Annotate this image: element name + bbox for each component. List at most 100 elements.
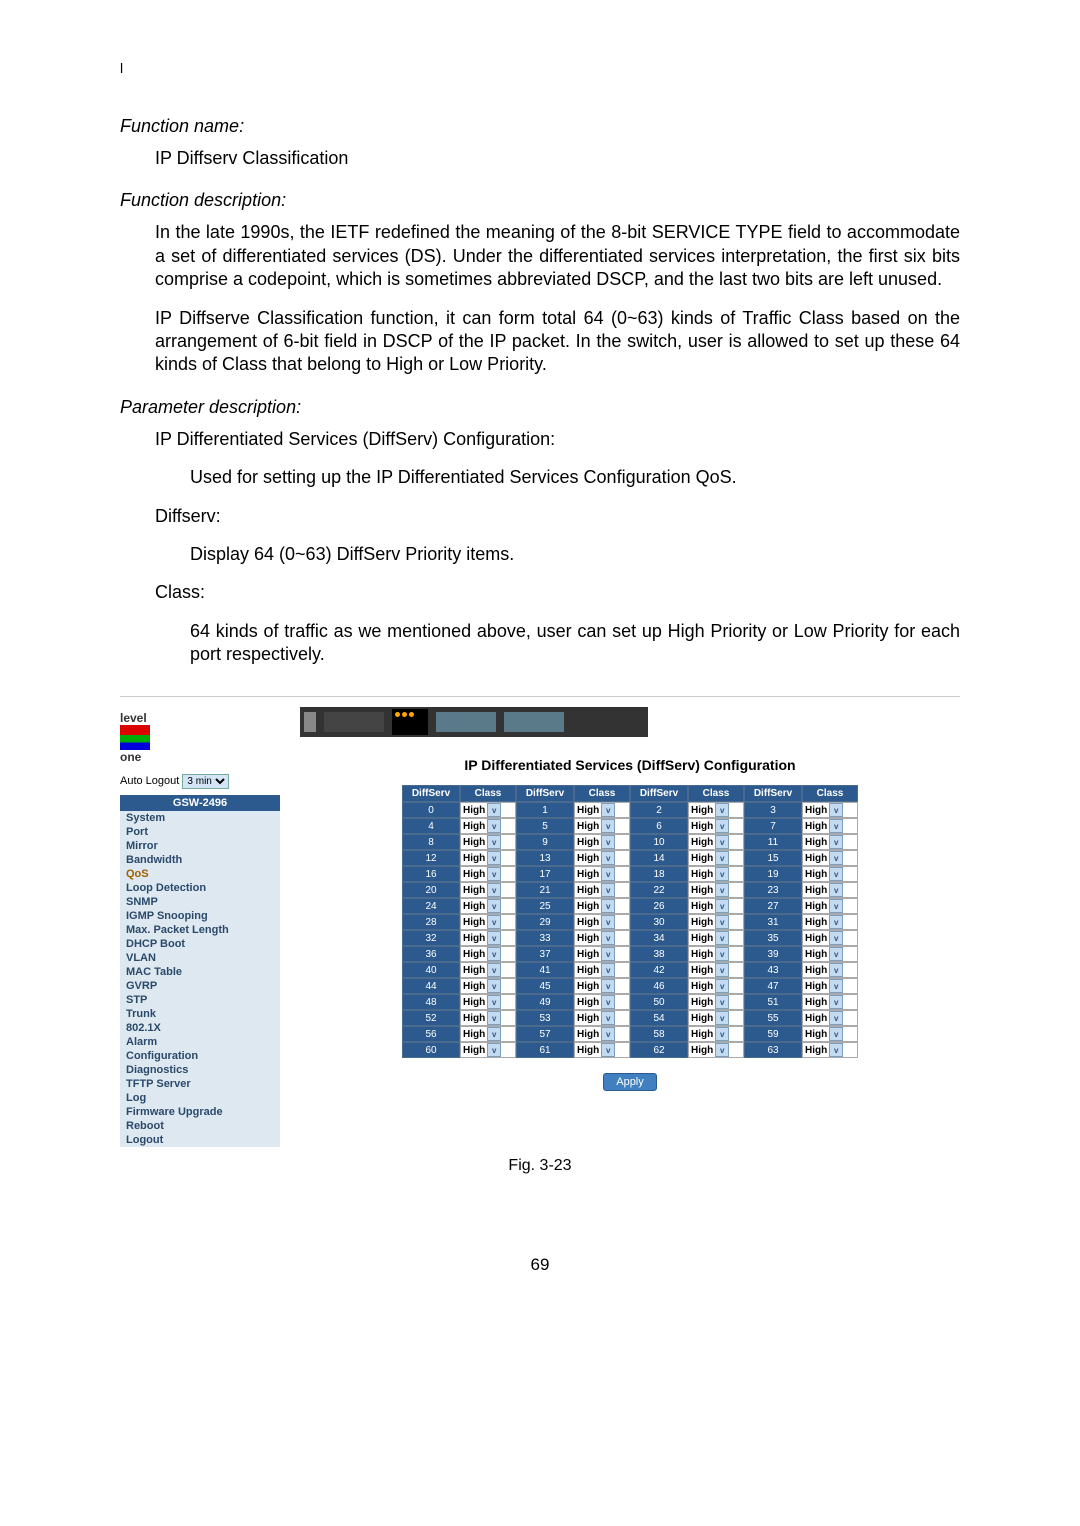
sidebar-item-tftp-server[interactable]: TFTP Server xyxy=(120,1077,280,1091)
class-select[interactable]: Highv xyxy=(463,803,501,817)
sidebar-item-igmp-snooping[interactable]: IGMP Snooping xyxy=(120,909,280,923)
class-select[interactable]: Highv xyxy=(577,947,615,961)
class-select[interactable]: Highv xyxy=(577,1043,615,1057)
class-select[interactable]: Highv xyxy=(577,1027,615,1041)
class-select[interactable]: Highv xyxy=(577,835,615,849)
class-select[interactable]: Highv xyxy=(577,979,615,993)
sidebar-item-logout[interactable]: Logout xyxy=(120,1133,280,1147)
class-select[interactable]: Highv xyxy=(691,851,729,865)
auto-logout-select[interactable]: 3 min xyxy=(182,774,229,789)
sidebar-item-mac-table[interactable]: MAC Table xyxy=(120,965,280,979)
class-select[interactable]: Highv xyxy=(463,979,501,993)
class-select[interactable]: Highv xyxy=(805,883,843,897)
class-select[interactable]: Highv xyxy=(805,947,843,961)
class-select[interactable]: Highv xyxy=(805,995,843,1009)
class-select[interactable]: Highv xyxy=(463,995,501,1009)
diffserv-class-cell: Highv xyxy=(688,834,744,850)
sidebar-item-reboot[interactable]: Reboot xyxy=(120,1119,280,1133)
class-select[interactable]: Highv xyxy=(805,851,843,865)
class-select[interactable]: Highv xyxy=(577,819,615,833)
sidebar-item-bandwidth[interactable]: Bandwidth xyxy=(120,853,280,867)
class-select[interactable]: Highv xyxy=(463,947,501,961)
class-select[interactable]: Highv xyxy=(577,899,615,913)
class-select[interactable]: Highv xyxy=(805,1043,843,1057)
sidebar-item-diagnostics[interactable]: Diagnostics xyxy=(120,1063,280,1077)
class-select[interactable]: Highv xyxy=(691,915,729,929)
sidebar-item-vlan[interactable]: VLAN xyxy=(120,951,280,965)
class-select[interactable]: Highv xyxy=(463,883,501,897)
class-select[interactable]: Highv xyxy=(805,1027,843,1041)
class-select[interactable]: Highv xyxy=(577,883,615,897)
sidebar-item-dhcp-boot[interactable]: DHCP Boot xyxy=(120,937,280,951)
chevron-down-icon: v xyxy=(487,867,501,881)
class-select[interactable]: Highv xyxy=(691,1011,729,1025)
class-value: High xyxy=(691,869,713,880)
class-select[interactable]: Highv xyxy=(463,1043,501,1057)
class-select[interactable]: Highv xyxy=(805,835,843,849)
sidebar-item-mirror[interactable]: Mirror xyxy=(120,839,280,853)
sidebar-item-max-packet-length[interactable]: Max. Packet Length xyxy=(120,923,280,937)
class-select[interactable]: Highv xyxy=(691,1043,729,1057)
sidebar-item-port[interactable]: Port xyxy=(120,825,280,839)
sidebar-item-snmp[interactable]: SNMP xyxy=(120,895,280,909)
class-select[interactable]: Highv xyxy=(463,819,501,833)
sidebar-item-loop-detection[interactable]: Loop Detection xyxy=(120,881,280,895)
class-select[interactable]: Highv xyxy=(577,867,615,881)
sidebar-item-alarm[interactable]: Alarm xyxy=(120,1035,280,1049)
class-select[interactable]: Highv xyxy=(463,835,501,849)
diffserv-class-cell: Highv xyxy=(460,1010,516,1026)
class-select[interactable]: Highv xyxy=(691,835,729,849)
class-select[interactable]: Highv xyxy=(463,1027,501,1041)
chevron-down-icon: v xyxy=(715,819,729,833)
class-select[interactable]: Highv xyxy=(691,963,729,977)
sidebar-item-gvrp[interactable]: GVRP xyxy=(120,979,280,993)
sidebar-item-qos[interactable]: QoS xyxy=(120,867,280,881)
class-select[interactable]: Highv xyxy=(691,947,729,961)
class-select[interactable]: Highv xyxy=(577,963,615,977)
class-select[interactable]: Highv xyxy=(805,915,843,929)
class-select[interactable]: Highv xyxy=(463,1011,501,1025)
chevron-down-icon: v xyxy=(601,1043,615,1057)
class-select[interactable]: Highv xyxy=(577,803,615,817)
class-select[interactable]: Highv xyxy=(691,883,729,897)
desc-para-2: IP Diffserve Classification function, it… xyxy=(155,307,960,377)
class-select[interactable]: Highv xyxy=(577,931,615,945)
class-select[interactable]: Highv xyxy=(805,899,843,913)
class-select[interactable]: Highv xyxy=(463,963,501,977)
class-select[interactable]: Highv xyxy=(577,995,615,1009)
class-select[interactable]: Highv xyxy=(805,803,843,817)
class-select[interactable]: Highv xyxy=(691,1027,729,1041)
class-select[interactable]: Highv xyxy=(805,819,843,833)
diffserv-class-cell: Highv xyxy=(574,882,630,898)
class-select[interactable]: Highv xyxy=(805,867,843,881)
diffserv-class-cell: Highv xyxy=(688,1010,744,1026)
class-select[interactable]: Highv xyxy=(463,851,501,865)
class-select[interactable]: Highv xyxy=(577,915,615,929)
sidebar-item-stp[interactable]: STP xyxy=(120,993,280,1007)
class-select[interactable]: Highv xyxy=(463,931,501,945)
class-select[interactable]: Highv xyxy=(577,1011,615,1025)
class-select[interactable]: Highv xyxy=(691,931,729,945)
diffserv-number: 30 xyxy=(630,914,688,930)
class-select[interactable]: Highv xyxy=(805,963,843,977)
sidebar-item-firmware-upgrade[interactable]: Firmware Upgrade xyxy=(120,1105,280,1119)
class-select[interactable]: Highv xyxy=(691,899,729,913)
apply-button[interactable]: Apply xyxy=(603,1073,657,1091)
class-select[interactable]: Highv xyxy=(463,899,501,913)
class-select[interactable]: Highv xyxy=(463,867,501,881)
sidebar-item-configuration[interactable]: Configuration xyxy=(120,1049,280,1063)
sidebar-item-trunk[interactable]: Trunk xyxy=(120,1007,280,1021)
class-select[interactable]: Highv xyxy=(463,915,501,929)
class-select[interactable]: Highv xyxy=(805,931,843,945)
sidebar-item-system[interactable]: System xyxy=(120,811,280,825)
class-select[interactable]: Highv xyxy=(691,995,729,1009)
class-select[interactable]: Highv xyxy=(577,851,615,865)
class-select[interactable]: Highv xyxy=(691,803,729,817)
class-select[interactable]: Highv xyxy=(691,867,729,881)
class-select[interactable]: Highv xyxy=(691,819,729,833)
class-select[interactable]: Highv xyxy=(805,979,843,993)
class-select[interactable]: Highv xyxy=(805,1011,843,1025)
class-select[interactable]: Highv xyxy=(691,979,729,993)
sidebar-item-log[interactable]: Log xyxy=(120,1091,280,1105)
sidebar-item-802-1x[interactable]: 802.1X xyxy=(120,1021,280,1035)
